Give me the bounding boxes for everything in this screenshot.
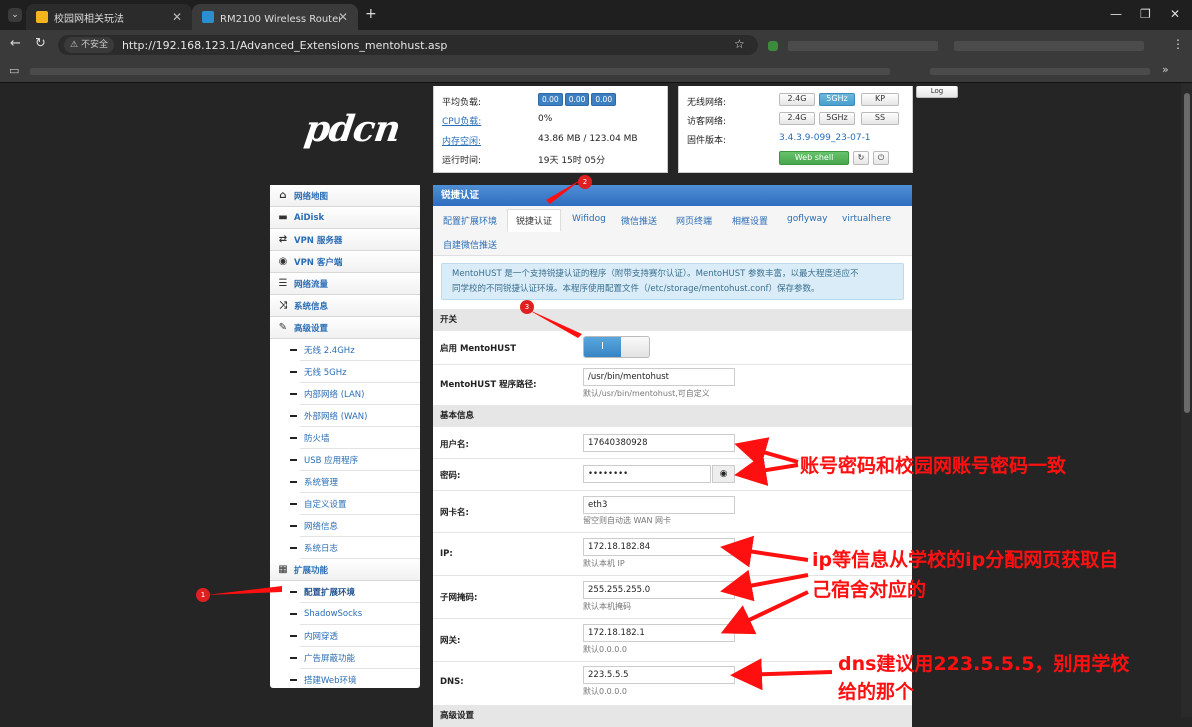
arrow-dns bbox=[730, 658, 833, 691]
arrow-username bbox=[734, 437, 799, 468]
arrow-3 bbox=[527, 309, 582, 338]
marker-3: 3 bbox=[520, 300, 534, 314]
arrow-gateway bbox=[720, 590, 809, 635]
arrow-password bbox=[734, 454, 799, 486]
annotation-ip-line2: 己宿舍对应的 bbox=[812, 579, 927, 601]
arrow-1 bbox=[206, 586, 282, 595]
arrow-ip bbox=[720, 535, 809, 568]
annotation-arrows bbox=[206, 179, 833, 691]
annotation-ip-line1: ip等信息从学校的ip分配网页获取自 bbox=[812, 549, 1119, 571]
arrow-2 bbox=[546, 179, 582, 204]
annotation-account: 账号密码和校园网账号密码一致 bbox=[800, 455, 1067, 477]
arrow-mask bbox=[720, 569, 809, 602]
marker-1: 1 bbox=[196, 588, 210, 602]
marker-2: 2 bbox=[578, 175, 592, 189]
annotation-dns-line2: 给的那个 bbox=[838, 681, 915, 703]
annotation-dns-line1: dns建议用223.5.5.5，别用学校 bbox=[838, 653, 1130, 675]
